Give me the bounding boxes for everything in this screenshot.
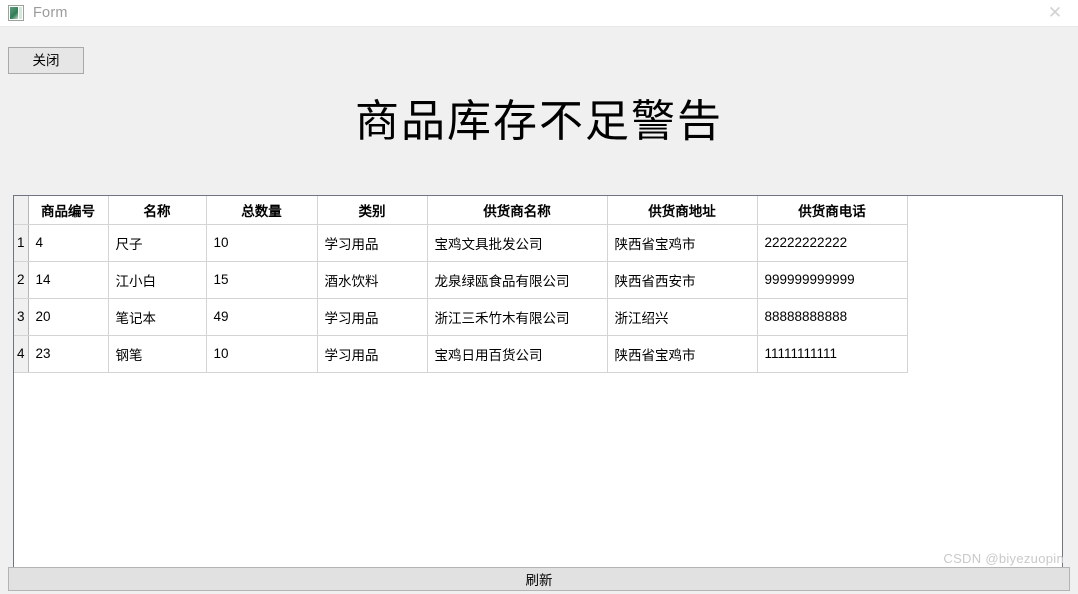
title-bar: Form ✕ (0, 0, 1078, 26)
table-row[interactable]: 4 23 钢笔 10 学习用品 宝鸡日用百货公司 陕西省宝鸡市 11111111… (14, 335, 908, 373)
table-row[interactable]: 3 20 笔记本 49 学习用品 浙江三禾竹木有限公司 浙江绍兴 8888888… (14, 298, 908, 336)
cell-category[interactable]: 酒水饮料 (317, 261, 428, 299)
table-header-row: 商品编号 名称 总数量 类别 供货商名称 供货商地址 供货商电话 (14, 196, 908, 225)
cell-product-id[interactable]: 4 (28, 224, 109, 262)
cell-quantity[interactable]: 15 (206, 261, 318, 299)
cell-quantity[interactable]: 10 (206, 224, 318, 262)
cell-supplier-name[interactable]: 宝鸡日用百货公司 (427, 335, 608, 373)
data-grid-panel: 商品编号 名称 总数量 类别 供货商名称 供货商地址 供货商电话 1 4 尺子 (13, 195, 1063, 585)
close-button[interactable]: 关闭 (8, 47, 84, 74)
column-header-name[interactable]: 名称 (108, 196, 207, 225)
column-header-quantity[interactable]: 总数量 (206, 196, 318, 225)
cell-supplier-name[interactable]: 宝鸡文具批发公司 (427, 224, 608, 262)
cell-category[interactable]: 学习用品 (317, 335, 428, 373)
cell-supplier-phone[interactable]: 88888888888 (757, 298, 908, 336)
cell-supplier-name[interactable]: 龙泉绿瓯食品有限公司 (427, 261, 608, 299)
cell-name[interactable]: 江小白 (108, 261, 207, 299)
table-row[interactable]: 2 14 江小白 15 酒水饮料 龙泉绿瓯食品有限公司 陕西省西安市 99999… (14, 261, 908, 299)
column-header-supplier-address[interactable]: 供货商地址 (607, 196, 758, 225)
cell-category[interactable]: 学习用品 (317, 298, 428, 336)
cell-category[interactable]: 学习用品 (317, 224, 428, 262)
cell-supplier-name[interactable]: 浙江三禾竹木有限公司 (427, 298, 608, 336)
status-bar[interactable]: 刷新 (8, 567, 1070, 591)
cell-product-id[interactable]: 20 (28, 298, 109, 336)
column-header-product-id[interactable]: 商品编号 (28, 196, 109, 225)
refresh-button-label[interactable]: 刷新 (526, 569, 553, 589)
row-number[interactable]: 4 (14, 335, 29, 373)
column-header-supplier-name[interactable]: 供货商名称 (427, 196, 608, 225)
column-header-category[interactable]: 类别 (317, 196, 428, 225)
cell-supplier-address[interactable]: 浙江绍兴 (607, 298, 758, 336)
cell-name[interactable]: 钢笔 (108, 335, 207, 373)
row-number[interactable]: 2 (14, 261, 29, 299)
column-header-supplier-phone[interactable]: 供货商电话 (757, 196, 908, 225)
cell-product-id[interactable]: 14 (28, 261, 109, 299)
close-icon[interactable]: ✕ (1032, 0, 1078, 26)
cell-quantity[interactable]: 49 (206, 298, 318, 336)
form-app-icon (8, 5, 24, 21)
cell-name[interactable]: 笔记本 (108, 298, 207, 336)
cell-supplier-address[interactable]: 陕西省西安市 (607, 261, 758, 299)
inventory-table: 商品编号 名称 总数量 类别 供货商名称 供货商地址 供货商电话 1 4 尺子 (14, 196, 908, 373)
table-row[interactable]: 1 4 尺子 10 学习用品 宝鸡文具批发公司 陕西省宝鸡市 222222222… (14, 224, 908, 262)
cell-supplier-address[interactable]: 陕西省宝鸡市 (607, 224, 758, 262)
row-number[interactable]: 3 (14, 298, 29, 336)
window-title: Form (33, 5, 68, 21)
row-number[interactable]: 1 (14, 224, 29, 262)
row-header-corner (14, 196, 29, 225)
cell-name[interactable]: 尺子 (108, 224, 207, 262)
table-body: 1 4 尺子 10 学习用品 宝鸡文具批发公司 陕西省宝鸡市 222222222… (14, 224, 908, 373)
page-title: 商品库存不足警告 (355, 97, 723, 146)
cell-supplier-phone[interactable]: 999999999999 (757, 261, 908, 299)
cell-supplier-phone[interactable]: 22222222222 (757, 224, 908, 262)
cell-product-id[interactable]: 23 (28, 335, 109, 373)
client-area: 关闭 商品库存不足警告 商品编号 名称 总数量 类别 供货商名称 供货商地址 供… (0, 26, 1078, 594)
cell-supplier-address[interactable]: 陕西省宝鸡市 (607, 335, 758, 373)
application-window: Form ✕ 关闭 商品库存不足警告 商品编号 名称 总数量 类别 供货商名称 … (0, 0, 1078, 594)
watermark: CSDN @biyezuopin (943, 551, 1064, 566)
cell-quantity[interactable]: 10 (206, 335, 318, 373)
cell-supplier-phone[interactable]: 11111111111 (757, 335, 908, 373)
table-header: 商品编号 名称 总数量 类别 供货商名称 供货商地址 供货商电话 (14, 196, 908, 225)
